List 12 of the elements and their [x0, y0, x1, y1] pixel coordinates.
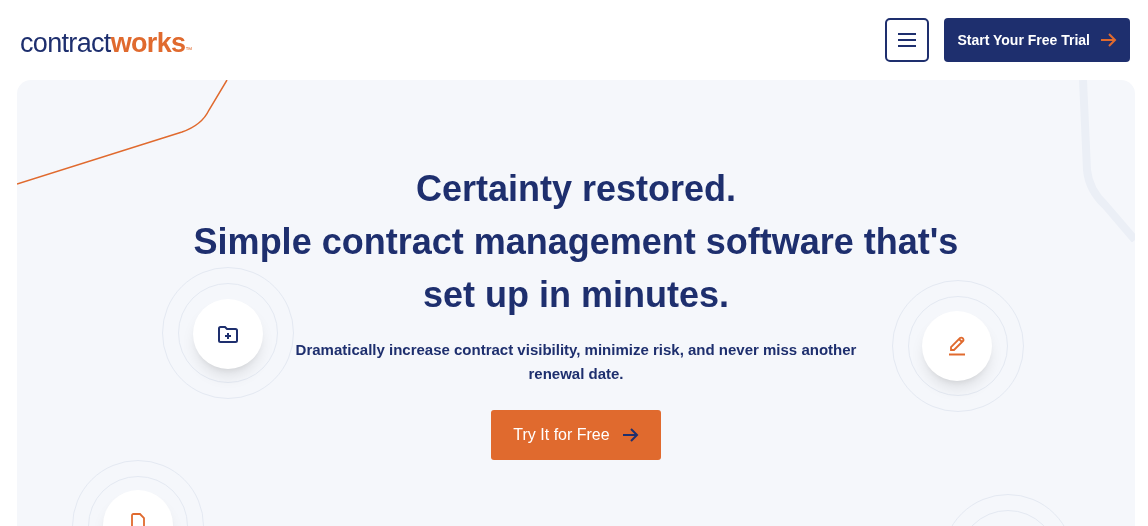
pencil-icon [948, 336, 966, 356]
hero-subtitle: Dramatically increase contract visibility, minimize risk, and never miss another renewal date. [294, 340, 858, 384]
document-icon [130, 513, 146, 526]
arrow-right-icon [1100, 33, 1117, 47]
arrow-right-icon [621, 428, 639, 442]
menu-button[interactable] [885, 18, 930, 62]
folder-plus-icon [218, 325, 238, 343]
start-trial-button[interactable]: Start Your Free Trial [944, 18, 1130, 62]
hero-headline: set up in minutes. [422, 273, 729, 317]
hero-headline: Simple contract management software that's [193, 220, 959, 264]
menu-icon [897, 32, 918, 48]
hero-headline: Certainty restored. [415, 167, 737, 211]
